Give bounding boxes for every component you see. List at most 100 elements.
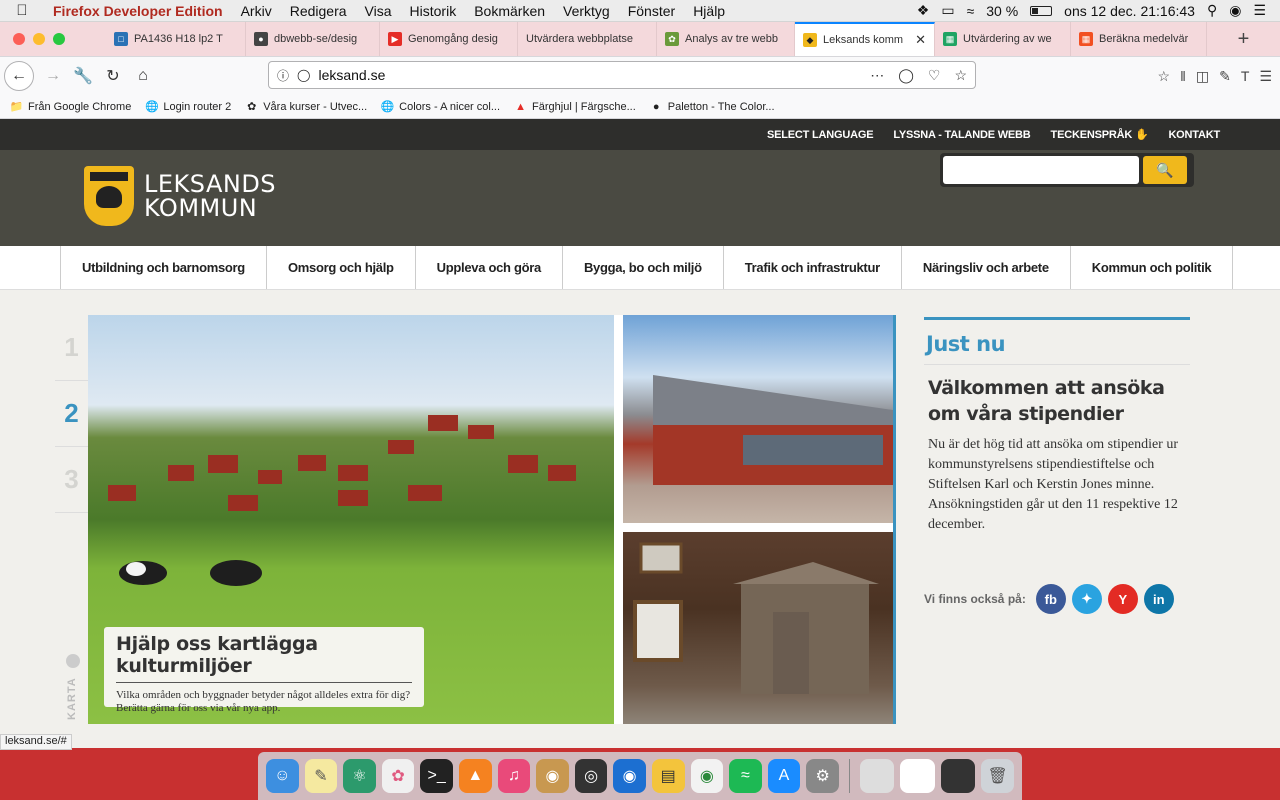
battery-icon[interactable] xyxy=(1030,5,1053,16)
url-text[interactable]: leksand.se xyxy=(318,67,385,83)
menu-hjalp[interactable]: Hjälp xyxy=(684,3,734,19)
window-thumbnail-icon[interactable] xyxy=(940,759,976,793)
tab-genomgang[interactable]: ▶ Genomgång desig xyxy=(380,22,518,56)
search-input[interactable] xyxy=(943,156,1139,184)
photos-icon[interactable]: ✿ xyxy=(381,759,415,793)
clock[interactable]: ons 12 dec. 21:16:43 xyxy=(1064,3,1195,19)
menu-verktyg[interactable]: Verktyg xyxy=(554,3,619,19)
slide-3-button[interactable]: 3 xyxy=(55,447,88,513)
home-button[interactable]: ⌂ xyxy=(128,61,158,91)
airplay-icon[interactable]: ▭ xyxy=(941,2,954,19)
spotify-icon[interactable]: ≈ xyxy=(729,759,762,793)
itunes-icon[interactable]: ♫ xyxy=(497,759,531,793)
trash-icon[interactable]: 🗑 xyxy=(981,759,1014,793)
select-language-link[interactable]: SELECT LANGUAGE xyxy=(767,129,874,141)
menu-arkiv[interactable]: Arkiv xyxy=(232,3,281,19)
menu-redigera[interactable]: Redigera xyxy=(281,3,356,19)
tab-berakna[interactable]: ▦ Beräkna medelvär xyxy=(1071,22,1207,56)
battery-percent[interactable]: 30 % xyxy=(986,3,1018,19)
terminal-icon[interactable]: >_ xyxy=(420,759,453,793)
nav-utbildning[interactable]: Utbildning och barnomsorg xyxy=(60,246,266,289)
customize-button[interactable]: 🔧 xyxy=(68,61,98,91)
star-icon[interactable]: ☆ xyxy=(1158,68,1171,85)
nav-bygga[interactable]: Bygga, bo och miljö xyxy=(561,246,723,289)
finder-icon[interactable]: ☺ xyxy=(266,759,299,793)
back-button[interactable]: ← xyxy=(4,61,34,91)
nav-omsorg[interactable]: Omsorg och hjälp xyxy=(265,246,415,289)
search-button[interactable]: 🔍 xyxy=(1143,156,1187,184)
twitter-icon[interactable]: ✦ xyxy=(1071,584,1102,614)
news-title-link[interactable]: Välkommen att ansöka om våra stipendier xyxy=(928,375,1186,427)
page-actions-icon[interactable]: ⋯ xyxy=(870,67,884,84)
new-tab-button[interactable]: + xyxy=(1207,22,1280,56)
bookmark-fran-google-chrome[interactable]: 📁 Från Google Chrome xyxy=(10,100,132,114)
pocket-icon[interactable]: ♡ xyxy=(928,67,941,84)
bookmark-vara-kurser[interactable]: ✿ Våra kurser - Utvec... xyxy=(245,100,367,114)
text-icon[interactable]: T xyxy=(1241,68,1250,84)
dropbox-icon[interactable]: ❖ xyxy=(917,2,930,19)
youtube-icon[interactable]: Y xyxy=(1107,584,1138,614)
notification-center-icon[interactable]: ☰ xyxy=(1253,2,1266,19)
paint-icon[interactable]: ◉ xyxy=(536,759,569,793)
window-thumbnail-icon[interactable] xyxy=(859,759,895,793)
shield-icon[interactable]: ◯ xyxy=(297,68,310,82)
obs-icon[interactable]: ◎ xyxy=(574,759,608,793)
notes-icon[interactable]: ✎ xyxy=(304,759,338,793)
linkedin-icon[interactable]: in xyxy=(1143,584,1174,614)
tab-leksand[interactable]: ◆ Leksands komm ✕ xyxy=(795,22,935,56)
bookmark-paletton[interactable]: ● Paletton - The Color... xyxy=(650,100,775,113)
bookmark-star-icon[interactable]: ☆ xyxy=(954,67,967,84)
tab-analys[interactable]: ✿ Analys av tre webb xyxy=(657,22,795,56)
lightbulb-icon[interactable]: ◯ xyxy=(898,67,914,84)
nav-uppleva[interactable]: Uppleva och göra xyxy=(414,246,562,289)
tab-utvardera[interactable]: Utvärdera webbplatse xyxy=(518,22,657,56)
minimize-window-button[interactable] xyxy=(33,33,45,45)
address-bar[interactable]: ⓘ ◯ leksand.se ⋯ ◯ ♡ ☆ xyxy=(268,61,976,89)
eyedropper-icon[interactable]: ✎ xyxy=(1219,68,1231,85)
menu-visa[interactable]: Visa xyxy=(356,3,401,19)
reload-button[interactable]: ↻ xyxy=(98,61,128,91)
hero-caption[interactable]: Hjälp oss kartlägga kulturmiljöer Vilka … xyxy=(104,627,424,714)
atom-icon[interactable]: ⚛ xyxy=(343,759,376,793)
hamburger-menu-icon[interactable]: ☰ xyxy=(1259,68,1272,85)
firefox-dev-icon[interactable]: ◉ xyxy=(613,759,646,793)
zoom-window-button[interactable] xyxy=(53,33,65,45)
tab-dbwebb[interactable]: ● dbwebb-se/desig xyxy=(246,22,380,56)
menu-app-name[interactable]: Firefox Developer Edition xyxy=(44,3,232,19)
facebook-icon[interactable]: fb xyxy=(1035,584,1066,614)
window-thumbnail-icon[interactable] xyxy=(900,759,935,793)
site-logo[interactable]: LEKSANDS KOMMUN xyxy=(84,166,276,226)
nav-naringsliv[interactable]: Näringsliv och arbete xyxy=(900,246,1070,289)
bookmark-fargjul[interactable]: ▲ Färghjul | Färgsche... xyxy=(514,100,636,113)
nav-kommun[interactable]: Kommun och politik xyxy=(1069,246,1234,289)
library-icon[interactable]: ‖ xyxy=(1180,68,1186,84)
menu-fonster[interactable]: Fönster xyxy=(619,3,684,19)
info-icon[interactable]: ⓘ xyxy=(277,67,289,84)
bookmark-login-router[interactable]: 🌐 Login router 2 xyxy=(145,100,231,114)
bookmark-colors[interactable]: 🌐 Colors - A nicer col... xyxy=(381,100,500,114)
spotlight-search-icon[interactable]: ⚲ xyxy=(1207,2,1217,19)
close-tab-icon[interactable]: ✕ xyxy=(915,32,926,48)
menu-bokmarken[interactable]: Bokmärken xyxy=(465,3,554,19)
close-window-button[interactable] xyxy=(13,33,25,45)
tab-pa1436[interactable]: □ PA1436 H18 lp2 T xyxy=(106,22,246,56)
chrome-icon[interactable]: ◉ xyxy=(690,759,724,793)
apple-menu-icon[interactable]:  xyxy=(0,2,44,19)
slide-1-button[interactable]: 1 xyxy=(55,315,88,381)
slide-2-button[interactable]: 2 xyxy=(55,381,88,447)
forward-button[interactable]: → xyxy=(38,61,68,91)
lyssna-link[interactable]: LYSSNA - TALANDE WEBB xyxy=(893,129,1030,141)
siri-icon[interactable]: ◉ xyxy=(1229,2,1241,19)
kontakt-link[interactable]: KONTAKT xyxy=(1168,129,1220,141)
teckensprak-link[interactable]: TECKENSPRÅK ✋ xyxy=(1051,128,1149,141)
nav-trafik[interactable]: Trafik och infrastruktur xyxy=(722,246,901,289)
system-preferences-icon[interactable]: ⚙ xyxy=(806,759,839,793)
vlc-icon[interactable]: ▲ xyxy=(458,759,492,793)
tab-utvardering[interactable]: ▦ Utvärdering av we xyxy=(935,22,1071,56)
app-store-icon[interactable]: A xyxy=(767,759,801,793)
preview-icon[interactable]: ▤ xyxy=(651,759,685,793)
menu-historik[interactable]: Historik xyxy=(401,3,466,19)
wifi-icon[interactable]: ≈ xyxy=(967,3,975,19)
sidebar-icon[interactable]: ◫ xyxy=(1196,68,1209,85)
karta-link[interactable]: KARTA xyxy=(58,654,88,724)
